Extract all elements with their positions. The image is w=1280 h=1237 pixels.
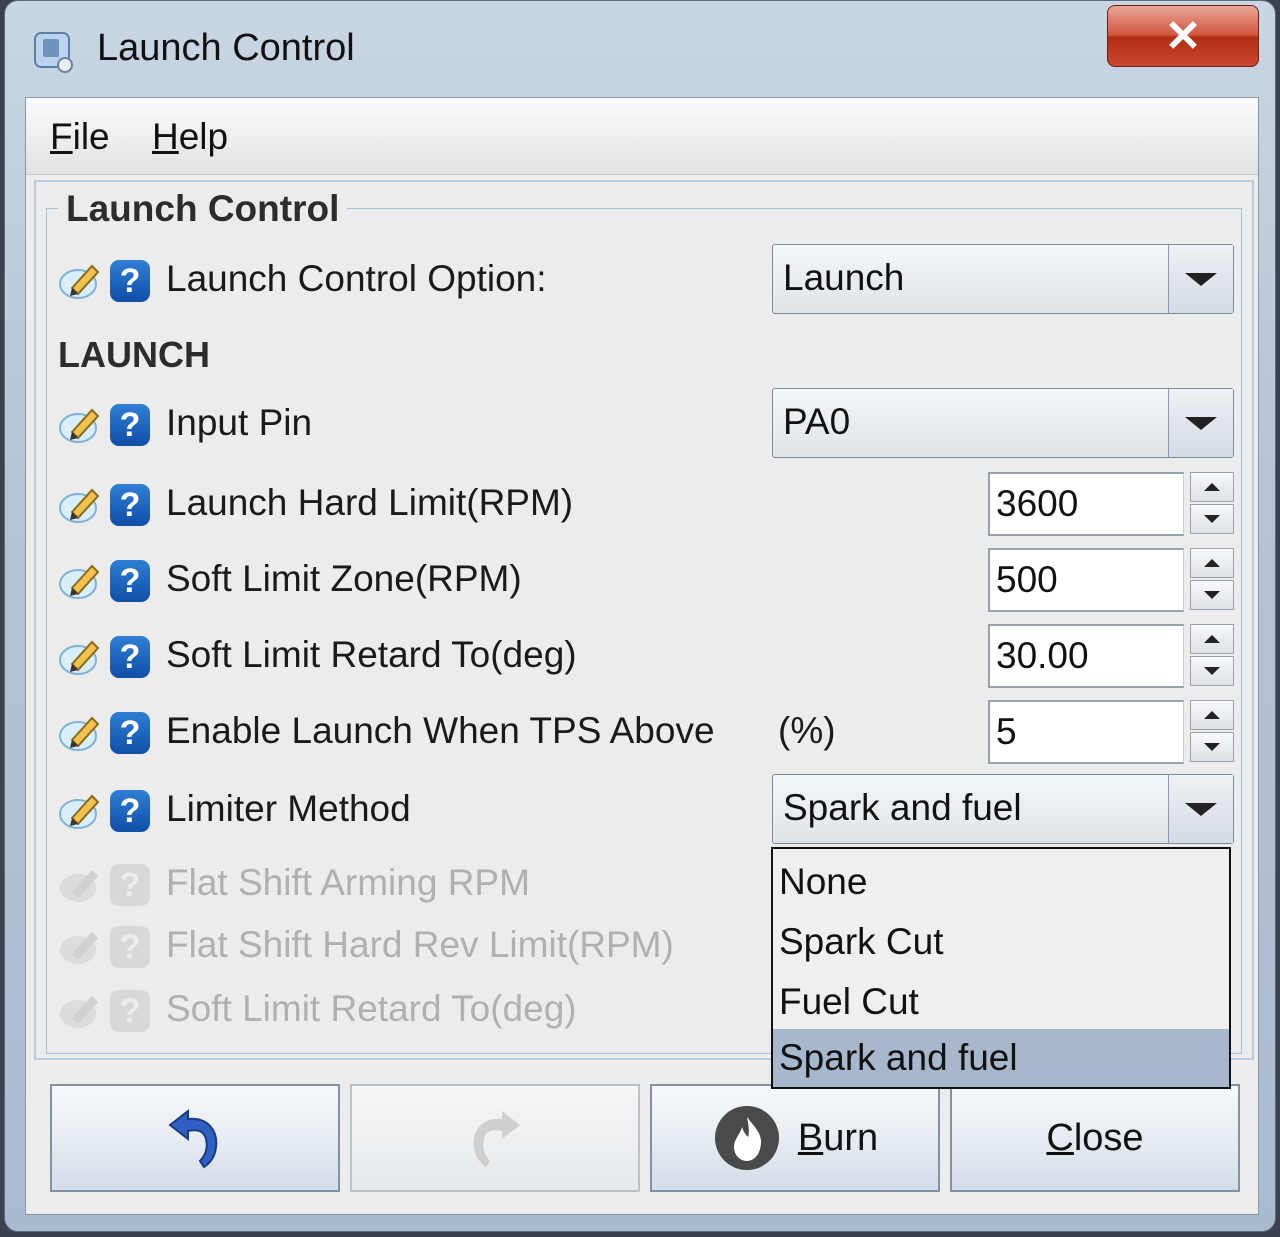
input-pin-value: PA0 xyxy=(783,401,851,442)
close-button[interactable]: Close xyxy=(950,1084,1240,1192)
hard-limit-label: Launch Hard Limit(RPM) xyxy=(166,482,574,523)
menu-file[interactable]: File xyxy=(50,116,110,158)
section-launch-heading: LAUNCH xyxy=(58,334,210,375)
menu-bar: File Help xyxy=(26,98,1258,175)
flat-hard-label: Flat Shift Hard Rev Limit(RPM) xyxy=(166,924,674,965)
spinner-up-icon[interactable] xyxy=(1190,624,1234,654)
row-icons: ? xyxy=(58,788,158,834)
row-icons-disabled: ? xyxy=(58,924,158,970)
spinner-down-icon[interactable] xyxy=(1190,504,1234,534)
help-icon[interactable]: ? xyxy=(110,636,150,678)
edit-pencil-icon[interactable] xyxy=(58,404,104,446)
dropdown-option-spark-cut[interactable]: Spark Cut xyxy=(773,913,1229,971)
redo-arrow-icon xyxy=(473,1111,520,1167)
limiter-method-label: Limiter Method xyxy=(166,788,411,829)
group-title: Launch Control xyxy=(58,188,348,230)
spinner-down-icon[interactable] xyxy=(1190,732,1234,762)
row-icons: ? xyxy=(58,634,158,680)
edit-pencil-icon[interactable] xyxy=(58,260,104,302)
edit-pencil-icon xyxy=(60,996,98,1028)
flat-retard-label: Soft Limit Retard To(deg) xyxy=(166,988,577,1029)
limiter-method-combo[interactable]: Spark and fuel xyxy=(772,774,1234,844)
menu-help[interactable]: Help xyxy=(152,116,228,158)
dropdown-option-fuel-cut[interactable]: Fuel Cut xyxy=(773,973,1229,1031)
limiter-method-dropdown-list: None Spark Cut Fuel Cut Spark and fuel xyxy=(771,847,1231,1089)
edit-pencil-icon[interactable] xyxy=(58,560,104,602)
chevron-down-icon[interactable] xyxy=(1168,389,1233,457)
edit-pencil-icon[interactable] xyxy=(58,636,104,678)
redo-button[interactable] xyxy=(350,1084,640,1192)
hard-limit-input[interactable]: 3600 xyxy=(988,472,1184,536)
tps-unit-label: (%) xyxy=(778,710,836,751)
row-icons: ? xyxy=(58,710,158,756)
launch-option-value: Launch xyxy=(783,257,905,298)
row-icons: ? xyxy=(58,558,158,604)
help-icon[interactable]: ? xyxy=(110,484,150,526)
window-title: Launch Control xyxy=(97,27,355,69)
launch-option-combo[interactable]: Launch xyxy=(772,244,1234,314)
undo-button[interactable] xyxy=(50,1084,340,1192)
row-icons-disabled: ? xyxy=(58,862,158,908)
app-icon xyxy=(34,32,73,73)
help-icon: ? xyxy=(110,864,150,906)
close-window-button[interactable]: ✕ xyxy=(1107,5,1259,67)
launch-option-label: Launch Control Option: xyxy=(166,258,547,299)
close-icon: ✕ xyxy=(1164,11,1202,61)
dropdown-option-spark-and-fuel[interactable]: Spark and fuel xyxy=(773,1029,1229,1087)
tps-above-input[interactable]: 5 xyxy=(988,700,1184,764)
edit-pencil-icon[interactable] xyxy=(58,484,104,526)
help-icon: ? xyxy=(110,990,150,1032)
help-icon[interactable]: ? xyxy=(110,260,150,302)
edit-pencil-icon xyxy=(60,870,98,902)
help-icon[interactable]: ? xyxy=(110,404,150,446)
burn-button[interactable]: Burn xyxy=(650,1084,940,1192)
dropdown-option-none[interactable]: None xyxy=(773,853,1229,911)
chevron-down-icon[interactable] xyxy=(1168,775,1233,843)
row-icons-disabled: ? xyxy=(58,988,158,1034)
spinner-up-icon[interactable] xyxy=(1190,472,1234,502)
row-icons: ? xyxy=(58,482,158,528)
flame-icon xyxy=(714,1106,779,1170)
row-icons: ? xyxy=(58,402,158,448)
title-bar[interactable]: Launch Control ✕ xyxy=(5,1,1275,97)
help-icon: ? xyxy=(110,926,150,968)
launch-control-window: Launch Control ✕ File Help Launch Contro… xyxy=(4,0,1276,1232)
help-icon[interactable]: ? xyxy=(110,712,150,754)
edit-pencil-icon xyxy=(60,932,98,964)
edit-pencil-icon[interactable] xyxy=(58,712,104,754)
limiter-method-value: Spark and fuel xyxy=(783,787,1022,828)
spinner-down-icon[interactable] xyxy=(1190,580,1234,610)
flat-arming-label: Flat Shift Arming RPM xyxy=(166,862,530,903)
spinner-up-icon[interactable] xyxy=(1190,548,1234,578)
row-icons: ? xyxy=(58,258,158,304)
tps-above-label: Enable Launch When TPS Above xyxy=(166,710,715,751)
burn-label: Burn xyxy=(797,1116,879,1159)
soft-zone-label: Soft Limit Zone(RPM) xyxy=(166,558,522,599)
chevron-down-icon[interactable] xyxy=(1168,245,1233,313)
input-pin-label: Input Pin xyxy=(166,402,313,443)
soft-retard-input[interactable]: 30.00 xyxy=(988,624,1184,688)
undo-arrow-icon xyxy=(168,1108,218,1169)
spinner-up-icon[interactable] xyxy=(1190,700,1234,730)
close-label: Close xyxy=(1046,1116,1144,1159)
input-pin-combo[interactable]: PA0 xyxy=(772,388,1234,458)
spinner-down-icon[interactable] xyxy=(1190,656,1234,686)
edit-pencil-icon[interactable] xyxy=(58,790,104,832)
soft-zone-input[interactable]: 500 xyxy=(988,548,1184,612)
help-icon[interactable]: ? xyxy=(110,790,150,832)
soft-retard-label: Soft Limit Retard To(deg) xyxy=(166,634,577,675)
help-icon[interactable]: ? xyxy=(110,560,150,602)
